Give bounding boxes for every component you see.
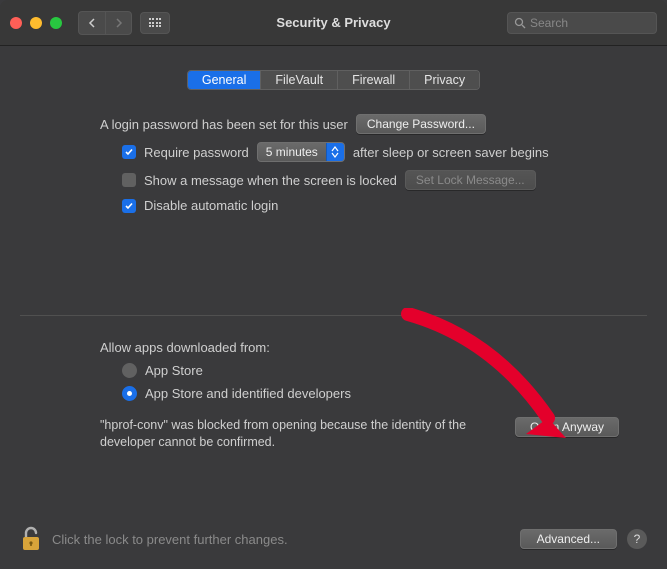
content-area: General FileVault Firewall Privacy A log… <box>0 46 667 525</box>
radio-identified-devs-label: App Store and identified developers <box>145 386 351 401</box>
login-password-section: A login password has been set for this u… <box>20 90 647 316</box>
preferences-window: Security & Privacy General FileVault Fir… <box>0 0 667 569</box>
tab-firewall[interactable]: Firewall <box>337 71 409 89</box>
password-set-label: A login password has been set for this u… <box>100 117 348 132</box>
search-input[interactable] <box>530 16 650 30</box>
tab-bar: General FileVault Firewall Privacy <box>20 70 647 90</box>
search-field[interactable] <box>507 12 657 34</box>
nav-back-forward <box>78 11 132 35</box>
radio-app-store[interactable] <box>122 363 137 378</box>
nav-forward-button[interactable] <box>105 12 131 34</box>
open-anyway-button[interactable]: Open Anyway <box>515 417 619 437</box>
tab-general[interactable]: General <box>188 71 260 89</box>
change-password-button[interactable]: Change Password... <box>356 114 486 134</box>
allow-apps-heading: Allow apps downloaded from: <box>100 340 270 355</box>
titlebar: Security & Privacy <box>0 0 667 46</box>
tab-filevault[interactable]: FileVault <box>260 71 337 89</box>
show-message-label: Show a message when the screen is locked <box>144 173 397 188</box>
blocked-app-message: "hprof-conv" was blocked from opening be… <box>100 417 503 451</box>
set-lock-message-button: Set Lock Message... <box>405 170 536 190</box>
help-button[interactable]: ? <box>627 529 647 549</box>
footer-bar: Click the lock to prevent further change… <box>0 525 667 569</box>
stepper-icon <box>326 143 344 161</box>
close-window-button[interactable] <box>10 17 22 29</box>
tab-privacy[interactable]: Privacy <box>409 71 479 89</box>
nav-back-button[interactable] <box>79 12 105 34</box>
require-password-checkbox[interactable] <box>122 145 136 159</box>
show-all-button[interactable] <box>140 12 170 34</box>
radio-app-store-label: App Store <box>145 363 203 378</box>
advanced-button[interactable]: Advanced... <box>520 529 617 549</box>
show-message-checkbox[interactable] <box>122 173 136 187</box>
require-password-label: Require password <box>144 145 249 160</box>
minimize-window-button[interactable] <box>30 17 42 29</box>
lock-hint-text: Click the lock to prevent further change… <box>52 532 288 547</box>
lock-icon[interactable] <box>20 525 42 553</box>
gatekeeper-section: Allow apps downloaded from: App Store Ap… <box>20 316 647 465</box>
password-delay-select[interactable]: 5 minutes <box>257 142 345 162</box>
zoom-window-button[interactable] <box>50 17 62 29</box>
window-controls <box>10 17 62 29</box>
disable-auto-login-checkbox[interactable] <box>122 199 136 213</box>
disable-auto-login-label: Disable automatic login <box>144 198 278 213</box>
radio-identified-devs[interactable] <box>122 386 137 401</box>
after-sleep-label: after sleep or screen saver begins <box>353 145 549 160</box>
search-icon <box>514 17 526 29</box>
password-delay-value: 5 minutes <box>258 145 326 159</box>
